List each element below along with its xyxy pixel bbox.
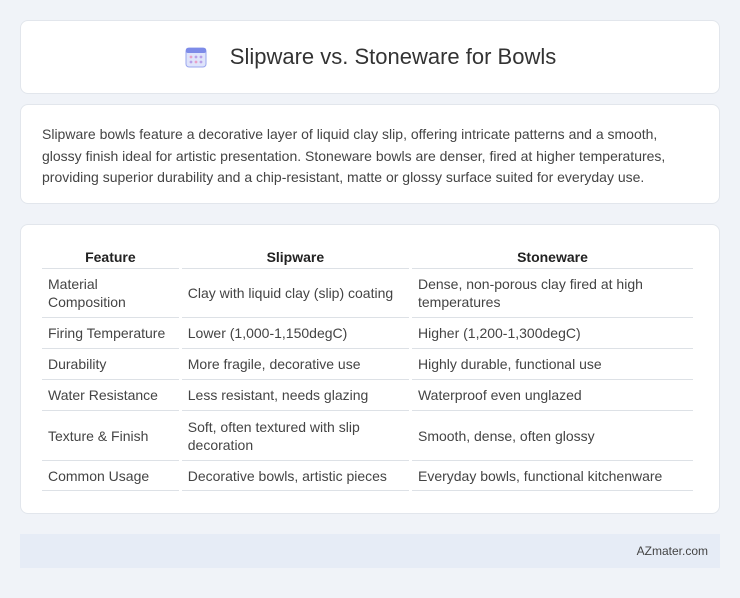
row-feature: Firing Temperature [42, 318, 179, 349]
table-row: Material Composition Clay with liquid cl… [42, 269, 693, 318]
calendar-icon [184, 45, 208, 69]
row-slipware: Soft, often textured with slip decoratio… [181, 411, 409, 461]
title-row: Slipware vs. Stoneware for Bowls [184, 44, 556, 70]
comparison-card: Feature Slipware Stoneware Material Comp… [20, 224, 720, 514]
row-slipware: Clay with liquid clay (slip) coating [181, 269, 409, 318]
row-stoneware: Waterproof even unglazed [411, 380, 693, 411]
row-feature: Common Usage [42, 461, 179, 491]
header-stoneware: Stoneware [411, 245, 693, 269]
table-row: Water Resistance Less resistant, needs g… [42, 380, 693, 411]
table-row: Common Usage Decorative bowls, artistic … [42, 461, 693, 491]
row-slipware: Less resistant, needs glazing [181, 380, 409, 411]
table-header-row: Feature Slipware Stoneware [42, 245, 693, 269]
row-slipware: Decorative bowls, artistic pieces [181, 461, 409, 491]
row-stoneware: Smooth, dense, often glossy [411, 411, 693, 461]
header-feature: Feature [42, 245, 179, 269]
summary-text: Slipware bowls feature a decorative laye… [42, 126, 666, 185]
comparison-table: Feature Slipware Stoneware Material Comp… [39, 245, 696, 491]
header-slipware: Slipware [181, 245, 409, 269]
summary-card: Slipware bowls feature a decorative laye… [20, 104, 720, 204]
row-feature: Durability [42, 349, 179, 380]
row-feature: Water Resistance [42, 380, 179, 411]
row-stoneware: Dense, non-porous clay fired at high tem… [411, 269, 693, 318]
row-stoneware: Highly durable, functional use [411, 349, 693, 380]
footer-bar: AZmater.com [20, 534, 720, 568]
table-row: Texture & Finish Soft, often textured wi… [42, 411, 693, 461]
table-row: Firing Temperature Lower (1,000-1,150deg… [42, 318, 693, 349]
row-feature: Material Composition [42, 269, 179, 318]
row-stoneware: Higher (1,200-1,300degC) [411, 318, 693, 349]
row-slipware: More fragile, decorative use [181, 349, 409, 380]
title-card: Slipware vs. Stoneware for Bowls [20, 20, 720, 94]
row-stoneware: Everyday bowls, functional kitchenware [411, 461, 693, 491]
table-row: Durability More fragile, decorative use … [42, 349, 693, 380]
row-slipware: Lower (1,000-1,150degC) [181, 318, 409, 349]
row-feature: Texture & Finish [42, 411, 179, 461]
page-title: Slipware vs. Stoneware for Bowls [229, 44, 557, 69]
footer-brand: AZmater.com [636, 544, 708, 558]
